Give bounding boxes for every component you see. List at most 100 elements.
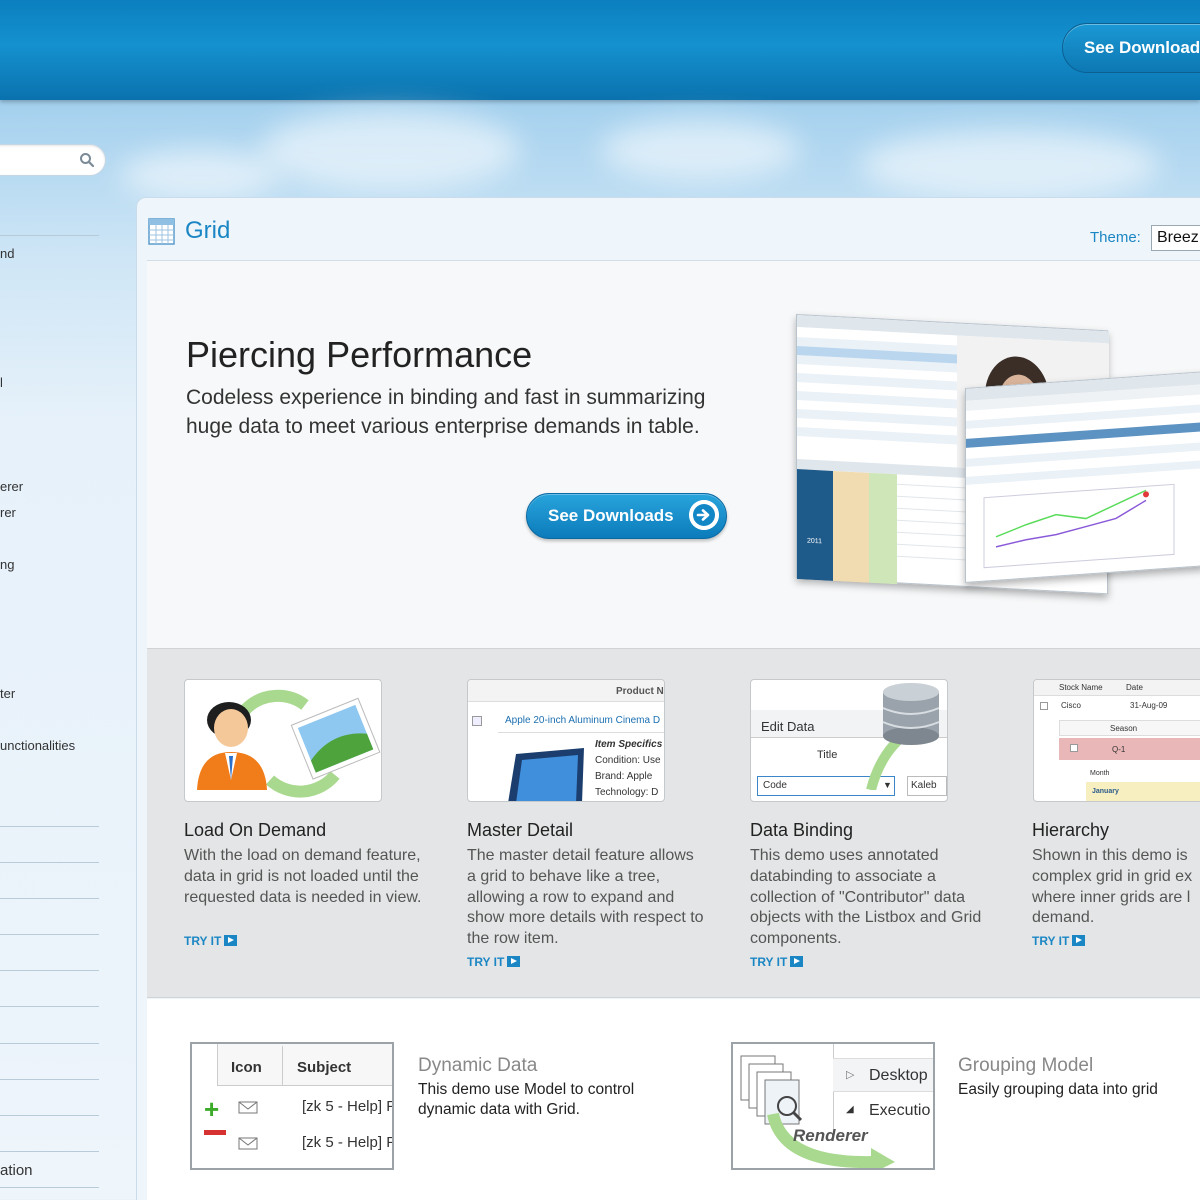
arrow-right-icon[interactable] xyxy=(689,500,719,530)
cloud-decoration xyxy=(260,110,520,190)
cloud-decoration xyxy=(860,130,1160,200)
load-on-demand-illustration xyxy=(197,689,381,798)
preview-chart-image xyxy=(966,372,1200,569)
thumb-q1-row xyxy=(1059,738,1200,760)
load-on-demand-thumbnail[interactable] xyxy=(184,679,382,802)
demo-title[interactable]: Dynamic Data xyxy=(418,1055,537,1077)
thumb-edit: Edit Data xyxy=(761,719,815,734)
thumb-january: January xyxy=(1092,788,1119,795)
demo-description: With the load on demand feature, data in… xyxy=(184,847,422,906)
sidebar-divider xyxy=(0,1187,99,1188)
thumb-row-name: Cisco xyxy=(1061,701,1082,710)
search-icon[interactable] xyxy=(79,152,95,168)
theme-select[interactable]: Breez xyxy=(1151,225,1200,251)
cloud-decoration xyxy=(120,150,280,200)
collapse-icon[interactable] xyxy=(472,716,482,726)
hierarchy-thumbnail[interactable]: Stock Name Date Cisco 31-Aug-09 Season Q… xyxy=(1033,679,1200,802)
expand-icon[interactable] xyxy=(1070,744,1078,752)
demo-description: The master detail feature allows a grid … xyxy=(467,847,704,948)
play-icon xyxy=(790,956,804,967)
play-icon xyxy=(507,956,521,967)
grouping-model-thumbnail[interactable]: ▷ Desktop ◢ Executio Renderer xyxy=(731,1042,935,1170)
sidebar-divider xyxy=(0,1115,99,1116)
sidebar-divider xyxy=(0,1006,99,1007)
try-it-label: TRY IT xyxy=(1032,934,1070,948)
thumb-col1: Stock Name xyxy=(1059,683,1103,692)
sidebar-divider xyxy=(0,1043,99,1044)
thumb-specifics: Item Specifics xyxy=(595,739,663,750)
demo-title[interactable]: Master Detail xyxy=(467,820,573,841)
demo-title[interactable]: Grouping Model xyxy=(958,1055,1093,1077)
thumb-col-icon: Icon xyxy=(231,1059,262,1076)
dynamic-data-thumbnail[interactable]: Icon Subject + [zk 5 - Help] F [zk 5 - H… xyxy=(190,1042,394,1170)
demo-description: Easily grouping data into grid xyxy=(958,1081,1158,1098)
thumb-row-date: 31-Aug-09 xyxy=(1130,701,1168,710)
sidebar-item[interactable]: erer xyxy=(0,479,23,494)
try-it-label: TRY IT xyxy=(184,934,222,948)
master-detail-thumbnail[interactable]: Product N Apple 20-inch Aluminum Cinema … xyxy=(467,679,665,802)
cloud-decoration xyxy=(600,120,800,180)
top-banner xyxy=(0,0,1200,100)
try-it-link[interactable]: TRY IT xyxy=(1032,934,1086,948)
sidebar-divider xyxy=(0,970,99,971)
thumb-technology: Technology: D xyxy=(595,787,659,798)
header-downloads-button[interactable]: See Downloads xyxy=(1062,23,1200,73)
try-it-label: TRY IT xyxy=(750,955,788,969)
thumb-header: Product N xyxy=(616,686,664,697)
thumb-input: Code xyxy=(763,780,787,791)
thumb-row: [zk 5 - Help] F xyxy=(302,1098,394,1115)
sidebar-item[interactable]: ng xyxy=(0,557,14,572)
demo-description: This demo use Model to control dynamic d… xyxy=(418,1081,635,1118)
sidebar-divider xyxy=(0,826,99,827)
thumb-season: Season xyxy=(1110,724,1138,733)
page-title: Grid xyxy=(185,217,231,244)
mail-icon xyxy=(238,1101,258,1114)
demo-title[interactable]: Load On Demand xyxy=(184,820,326,841)
play-icon xyxy=(1072,935,1086,946)
sidebar-divider xyxy=(0,1079,99,1080)
sidebar-item[interactable]: ter xyxy=(0,686,15,701)
theme-label: Theme: xyxy=(1090,229,1141,246)
thumb-row: [zk 5 - Help] F xyxy=(302,1134,394,1151)
database-icon xyxy=(866,683,940,790)
thumb-renderer: Renderer xyxy=(793,1126,868,1145)
hero-title: Piercing Performance xyxy=(186,334,533,375)
sidebar-divider xyxy=(0,1151,99,1152)
thumb-col2: Date xyxy=(1126,683,1143,692)
plus-icon[interactable]: + xyxy=(204,1094,219,1125)
thumb-col-divider xyxy=(282,1046,283,1086)
sidebar-divider xyxy=(0,898,99,899)
data-binding-thumbnail[interactable]: Edit Data Title Code ▼ Kaleb xyxy=(750,679,948,802)
sidebar-item[interactable]: unctionalities xyxy=(0,738,75,753)
sidebar-item[interactable]: l xyxy=(0,375,3,390)
demo-title[interactable]: Data Binding xyxy=(750,820,853,841)
demo-title[interactable]: Hierarchy xyxy=(1032,820,1109,841)
hero-description: Codeless experience in binding and fast … xyxy=(186,386,706,438)
thumb-condition: Condition: Use xyxy=(595,755,661,766)
try-it-link[interactable]: TRY IT xyxy=(750,955,804,969)
grid-icon xyxy=(148,218,175,245)
try-it-link[interactable]: TRY IT xyxy=(467,955,521,969)
thumb-q1: Q-1 xyxy=(1112,745,1126,754)
sidebar-item[interactable]: rer xyxy=(0,505,16,520)
sidebar-item[interactable]: nd xyxy=(0,246,14,261)
preview-year: 2011 xyxy=(807,537,823,546)
demo-description: This demo uses annotated databinding to … xyxy=(750,847,982,948)
sidebar-divider xyxy=(0,862,99,863)
sidebar-divider xyxy=(0,235,99,236)
thumb-item: Desktop xyxy=(869,1067,928,1084)
thumb-month: Month xyxy=(1090,770,1110,777)
thumb-col-subject: Subject xyxy=(297,1059,352,1076)
thumb-product: Apple 20-inch Aluminum Cinema D xyxy=(505,715,661,726)
play-icon xyxy=(224,935,238,946)
expand-icon[interactable]: ▷ xyxy=(846,1068,854,1081)
demo-description: Shown in this demo is complex grid in gr… xyxy=(1032,847,1193,927)
try-it-link[interactable]: TRY IT xyxy=(184,934,238,948)
monitor-icon xyxy=(508,748,584,801)
minus-icon[interactable] xyxy=(204,1130,226,1135)
thumb-brand: Brand: Apple xyxy=(595,771,653,782)
sidebar-divider xyxy=(0,934,99,935)
preview-screenshot-chart xyxy=(965,371,1200,583)
expand-icon[interactable] xyxy=(1040,702,1048,710)
sidebar-item[interactable]: ation xyxy=(0,1162,33,1179)
